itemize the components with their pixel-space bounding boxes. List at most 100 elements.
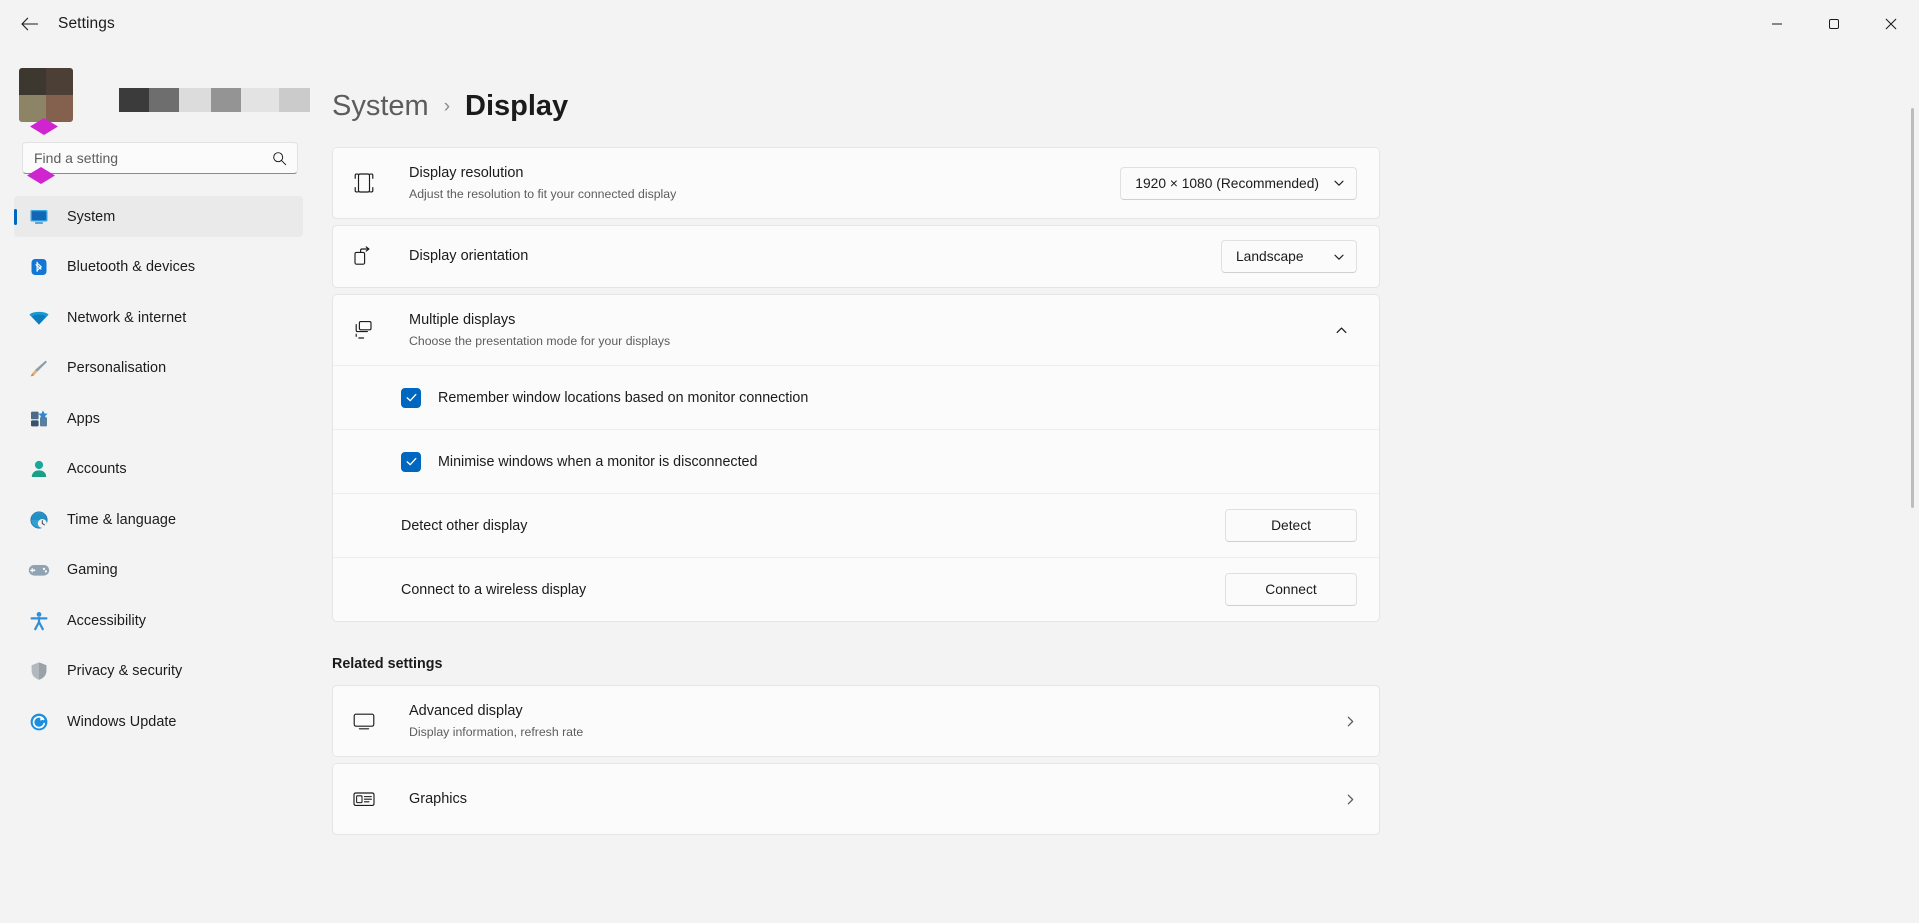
display-resolution-subtitle: Adjust the resolution to fit your connec… bbox=[409, 186, 1120, 202]
chevron-up-icon bbox=[1335, 324, 1348, 337]
graphics-title: Graphics bbox=[409, 790, 1344, 809]
breadcrumb-parent[interactable]: System bbox=[332, 90, 429, 123]
back-arrow-icon bbox=[21, 17, 38, 31]
display-resolution-card: Display resolution Adjust the resolution… bbox=[332, 147, 1380, 219]
checkmark-icon bbox=[405, 391, 418, 404]
sidebar-item-gaming[interactable]: Gaming bbox=[14, 550, 303, 591]
breadcrumb-separator: › bbox=[444, 96, 450, 118]
system-icon bbox=[28, 206, 50, 228]
bluetooth-icon bbox=[28, 256, 50, 278]
sidebar-item-label: Privacy & security bbox=[67, 663, 182, 679]
sidebar-item-label: Bluetooth & devices bbox=[67, 259, 195, 275]
sidebar-nav: System Bluetooth & devices bbox=[14, 196, 303, 742]
resolution-icon bbox=[351, 170, 387, 196]
orientation-icon bbox=[351, 244, 387, 270]
minimize-icon bbox=[1771, 18, 1783, 30]
sidebar-item-label: Accounts bbox=[67, 461, 127, 477]
title-bar: Settings bbox=[0, 0, 1919, 48]
multiple-displays-icon bbox=[351, 317, 387, 343]
display-resolution-row: Display resolution Adjust the resolution… bbox=[333, 148, 1379, 218]
display-orientation-row: Display orientation Landscape bbox=[333, 226, 1379, 287]
multiple-displays-card: Multiple displays Choose the presentatio… bbox=[332, 294, 1380, 622]
sidebar: System Bluetooth & devices bbox=[0, 48, 320, 923]
chevron-down-icon bbox=[1333, 251, 1345, 263]
minimise-windows-row[interactable]: Minimise windows when a monitor is disco… bbox=[333, 429, 1379, 493]
sidebar-item-label: System bbox=[67, 209, 115, 225]
sidebar-item-accounts[interactable]: Accounts bbox=[14, 449, 303, 490]
page-title: Display bbox=[465, 90, 568, 123]
advanced-display-link[interactable]: Advanced display Display information, re… bbox=[332, 685, 1380, 757]
collapse-expander-button[interactable] bbox=[1325, 314, 1357, 346]
sidebar-item-network-internet[interactable]: Network & internet bbox=[14, 297, 303, 338]
remember-window-locations-checkbox[interactable] bbox=[401, 388, 421, 408]
search-icon bbox=[272, 151, 287, 166]
detect-other-display-label: Detect other display bbox=[401, 518, 1225, 534]
related-settings-heading: Related settings bbox=[332, 656, 1380, 672]
privacy-security-icon bbox=[28, 660, 50, 682]
sidebar-item-system[interactable]: System bbox=[14, 196, 303, 237]
display-orientation-card: Display orientation Landscape bbox=[332, 225, 1380, 288]
personalisation-icon bbox=[28, 357, 50, 379]
back-button[interactable] bbox=[9, 6, 50, 43]
settings-window: Settings bbox=[0, 0, 1919, 923]
graphics-link[interactable]: Graphics bbox=[332, 763, 1380, 835]
remember-window-locations-label: Remember window locations based on monit… bbox=[438, 390, 808, 406]
minimize-button[interactable] bbox=[1748, 0, 1805, 48]
multiple-displays-title: Multiple displays bbox=[409, 311, 1313, 330]
remember-window-locations-row[interactable]: Remember window locations based on monit… bbox=[333, 365, 1379, 429]
user-profile[interactable] bbox=[19, 68, 303, 122]
sidebar-item-windows-update[interactable]: Windows Update bbox=[14, 701, 303, 742]
main-content: System › Display bbox=[320, 48, 1919, 923]
sidebar-item-bluetooth-devices[interactable]: Bluetooth & devices bbox=[14, 247, 303, 288]
display-orientation-text: Display orientation bbox=[409, 247, 1221, 266]
accessibility-icon bbox=[28, 610, 50, 632]
time-language-icon bbox=[28, 509, 50, 531]
chevron-down-icon bbox=[1333, 177, 1345, 189]
multiple-displays-header[interactable]: Multiple displays Choose the presentatio… bbox=[333, 295, 1379, 365]
apps-icon bbox=[28, 408, 50, 430]
minimise-windows-checkbox[interactable] bbox=[401, 452, 421, 472]
close-button[interactable] bbox=[1862, 0, 1919, 48]
multiple-displays-subtitle: Choose the presentation mode for your di… bbox=[409, 333, 1313, 349]
detect-button[interactable]: Detect bbox=[1225, 509, 1357, 542]
advanced-display-icon bbox=[351, 708, 387, 734]
connect-wireless-display-label: Connect to a wireless display bbox=[401, 582, 1225, 598]
breadcrumb: System › Display bbox=[332, 90, 1380, 123]
sidebar-item-time-language[interactable]: Time & language bbox=[14, 499, 303, 540]
sidebar-item-apps[interactable]: Apps bbox=[14, 398, 303, 439]
sidebar-item-personalisation[interactable]: Personalisation bbox=[14, 348, 303, 389]
window-title: Settings bbox=[58, 15, 115, 33]
avatar bbox=[19, 68, 73, 122]
maximize-button[interactable] bbox=[1805, 0, 1862, 48]
window-controls bbox=[1748, 0, 1919, 48]
search-input[interactable] bbox=[34, 150, 272, 166]
sidebar-item-label: Time & language bbox=[67, 512, 176, 528]
main-scrollbar[interactable] bbox=[1909, 48, 1917, 923]
search-box[interactable] bbox=[22, 142, 298, 174]
windows-update-icon bbox=[28, 711, 50, 733]
window-body: System Bluetooth & devices bbox=[0, 48, 1919, 923]
maximize-icon bbox=[1828, 18, 1840, 30]
multiple-displays-text: Multiple displays Choose the presentatio… bbox=[409, 311, 1313, 349]
display-orientation-dropdown[interactable]: Landscape bbox=[1221, 240, 1357, 273]
detect-other-display-row: Detect other display Detect bbox=[333, 493, 1379, 557]
sidebar-item-label: Gaming bbox=[67, 562, 118, 578]
scrollbar-thumb[interactable] bbox=[1911, 108, 1914, 508]
advanced-display-title: Advanced display bbox=[409, 702, 1344, 721]
chevron-right-icon bbox=[1344, 793, 1357, 806]
chevron-right-icon bbox=[1344, 715, 1357, 728]
gaming-icon bbox=[28, 559, 50, 581]
display-resolution-dropdown[interactable]: 1920 × 1080 (Recommended) bbox=[1120, 167, 1357, 200]
network-icon bbox=[28, 307, 50, 329]
sidebar-item-privacy-security[interactable]: Privacy & security bbox=[14, 651, 303, 692]
sidebar-item-label: Network & internet bbox=[67, 310, 186, 326]
sidebar-item-label: Windows Update bbox=[67, 714, 176, 730]
checkmark-icon bbox=[405, 455, 418, 468]
sidebar-item-accessibility[interactable]: Accessibility bbox=[14, 600, 303, 641]
sidebar-item-label: Personalisation bbox=[67, 360, 166, 376]
advanced-display-subtitle: Display information, refresh rate bbox=[409, 724, 1344, 740]
display-resolution-title: Display resolution bbox=[409, 164, 1120, 183]
close-icon bbox=[1885, 18, 1897, 30]
connect-button[interactable]: Connect bbox=[1225, 573, 1357, 606]
display-orientation-value: Landscape bbox=[1236, 249, 1304, 264]
